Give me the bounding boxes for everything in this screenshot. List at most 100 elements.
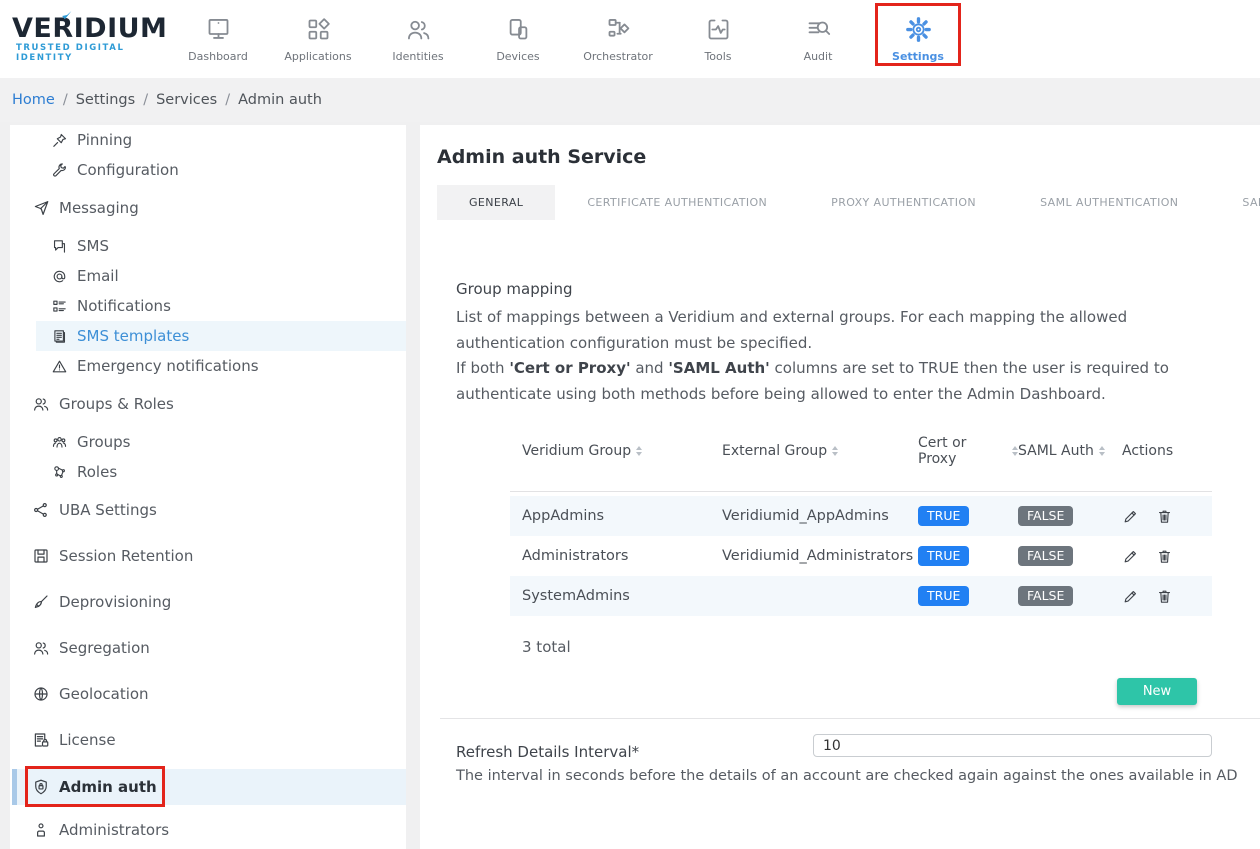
tools-pulse-icon [705, 16, 732, 43]
breadcrumb: Home / Settings / Services / Admin auth [0, 78, 1260, 122]
status-badge-false: FALSE [1018, 506, 1073, 526]
sidebar-item-messaging[interactable]: Messaging [10, 193, 406, 223]
sidebar-item-label: SMS [77, 237, 109, 255]
sidebar-item-label: Configuration [77, 161, 179, 179]
tab-proxy-authentication[interactable]: PROXY AUTHENTICATION [799, 185, 1008, 220]
sidebar-item-configuration[interactable]: Configuration [10, 155, 406, 185]
sidebar-item-label: Session Retention [59, 547, 193, 565]
nav-item-applications[interactable]: Applications [268, 0, 368, 78]
users-icon [32, 395, 50, 413]
table-row: Administrators Veridiumid_Administrators… [510, 536, 1212, 576]
wrench-icon [50, 162, 68, 179]
tab-saml-authentication[interactable]: SAML AUTHENTICATION [1008, 185, 1210, 220]
breadcrumb-services[interactable]: Services [156, 92, 217, 108]
sidebar-item-pinning[interactable]: Pinning [10, 125, 406, 155]
sidebar-item-email[interactable]: Email [10, 261, 406, 291]
veridium-logo[interactable]: VERIDIUM TRUSTED DIGITAL IDENTITY [12, 15, 164, 63]
new-button[interactable]: New [1117, 678, 1197, 705]
sidebar-item-license[interactable]: License [10, 725, 406, 755]
cell-external-group: Veridiumid_Administrators [722, 548, 918, 564]
sidebar-item-deprovisioning[interactable]: Deprovisioning [10, 587, 406, 617]
description-line2-part2: and [631, 359, 669, 377]
group-mapping-heading: Group mapping [456, 280, 1220, 298]
nav-label: Tools [704, 50, 731, 63]
sort-icon[interactable] [832, 446, 838, 456]
table-body: AppAdmins Veridiumid_AppAdmins TRUE FALS… [510, 491, 1212, 616]
sidebar-item-sms[interactable]: SMS [10, 231, 406, 261]
refresh-interval-input[interactable] [813, 734, 1212, 757]
sort-icon[interactable] [1099, 446, 1105, 456]
group-mapping-section: Group mapping List of mappings between a… [456, 280, 1220, 407]
top-navigation-bar: VERIDIUM TRUSTED DIGITAL IDENTITY Dashbo… [0, 0, 1260, 78]
sort-icon[interactable] [636, 446, 642, 456]
roles-icon [50, 464, 68, 481]
sidebar-item-label: SMS templates [77, 327, 189, 345]
settings-sidebar: Pinning Configuration Messaging SMS Emai… [10, 125, 406, 849]
sidebar-item-label: UBA Settings [59, 501, 157, 519]
column-header-saml-auth[interactable]: SAML Auth [1018, 443, 1122, 459]
sidebar-item-admin-auth[interactable]: Admin auth [12, 769, 406, 805]
description-bold-cert-or-proxy: 'Cert or Proxy' [509, 359, 630, 377]
cell-saml-auth: FALSE [1018, 586, 1122, 606]
share-icon [32, 501, 50, 519]
sidebar-item-session-retention[interactable]: Session Retention [10, 541, 406, 571]
devices-icon [505, 16, 532, 43]
sidebar-item-notifications[interactable]: Notifications [10, 291, 406, 321]
pencil-icon[interactable] [1122, 508, 1139, 525]
table-header-row: Veridium Group External Group Cert or Pr… [510, 421, 1212, 469]
audit-search-icon [805, 16, 832, 43]
sidebar-item-uba-settings[interactable]: UBA Settings [10, 495, 406, 525]
sidebar-item-roles[interactable]: Roles [10, 457, 406, 487]
nav-item-tools[interactable]: Tools [668, 0, 768, 78]
sidebar-item-label: Pinning [77, 131, 132, 149]
nav-item-audit[interactable]: Audit [768, 0, 868, 78]
column-label: Veridium Group [522, 443, 631, 459]
nav-label: Dashboard [188, 50, 248, 63]
sidebar-item-administrators[interactable]: Administrators [10, 815, 406, 845]
sidebar-item-emergency-notifications[interactable]: Emergency notifications [10, 351, 406, 381]
nav-item-devices[interactable]: Devices [468, 0, 568, 78]
identities-icon [405, 16, 432, 43]
tab-saml-keys[interactable]: SAML KEYS [1210, 185, 1260, 220]
column-header-veridium-group[interactable]: Veridium Group [522, 443, 722, 459]
checkmark-icon [59, 9, 74, 22]
cell-cert-or-proxy: TRUE [918, 586, 1018, 606]
globe-icon [32, 685, 50, 703]
sidebar-item-groups-roles[interactable]: Groups & Roles [10, 389, 406, 419]
group-icon [50, 434, 68, 451]
status-badge-false: FALSE [1018, 546, 1073, 566]
trash-icon[interactable] [1156, 508, 1173, 525]
refresh-interval-label: Refresh Details Interval* [456, 734, 813, 761]
at-sign-icon [50, 268, 68, 285]
apps-grid-icon [305, 16, 332, 43]
sidebar-item-sms-templates[interactable]: SMS templates [36, 321, 406, 351]
pencil-icon[interactable] [1122, 548, 1139, 565]
breadcrumb-home-link[interactable]: Home [12, 92, 55, 108]
column-header-cert-or-proxy[interactable]: Cert or Proxy [918, 435, 1018, 467]
tab-certificate-authentication[interactable]: CERTIFICATE AUTHENTICATION [555, 185, 799, 220]
sidebar-item-label: Groups & Roles [59, 395, 174, 413]
trash-icon[interactable] [1156, 588, 1173, 605]
tab-general[interactable]: GENERAL [437, 185, 555, 220]
nav-label: Settings [892, 50, 944, 63]
main-panel: Admin auth Service GENERAL CERTIFICATE A… [420, 125, 1260, 849]
sidebar-item-label: Geolocation [59, 685, 149, 703]
nav-item-settings[interactable]: Settings [868, 0, 968, 78]
trash-icon[interactable] [1156, 548, 1173, 565]
page-title: Admin auth Service [437, 146, 1260, 168]
sidebar-item-label: Emergency notifications [77, 357, 259, 375]
nav-item-identities[interactable]: Identities [368, 0, 468, 78]
column-header-external-group[interactable]: External Group [722, 443, 918, 459]
sidebar-item-groups[interactable]: Groups [10, 427, 406, 457]
primary-nav: Dashboard Applications Identities Device… [168, 0, 968, 78]
breadcrumb-separator: / [63, 92, 68, 108]
sidebar-item-segregation[interactable]: Segregation [10, 633, 406, 663]
breadcrumb-settings[interactable]: Settings [76, 92, 135, 108]
pencil-icon[interactable] [1122, 588, 1139, 605]
nav-item-dashboard[interactable]: Dashboard [168, 0, 268, 78]
cell-cert-or-proxy: TRUE [918, 546, 1018, 566]
sidebar-item-geolocation[interactable]: Geolocation [10, 679, 406, 709]
status-badge-true: TRUE [918, 546, 969, 566]
users-icon [32, 639, 50, 657]
nav-item-orchestrator[interactable]: Orchestrator [568, 0, 668, 78]
